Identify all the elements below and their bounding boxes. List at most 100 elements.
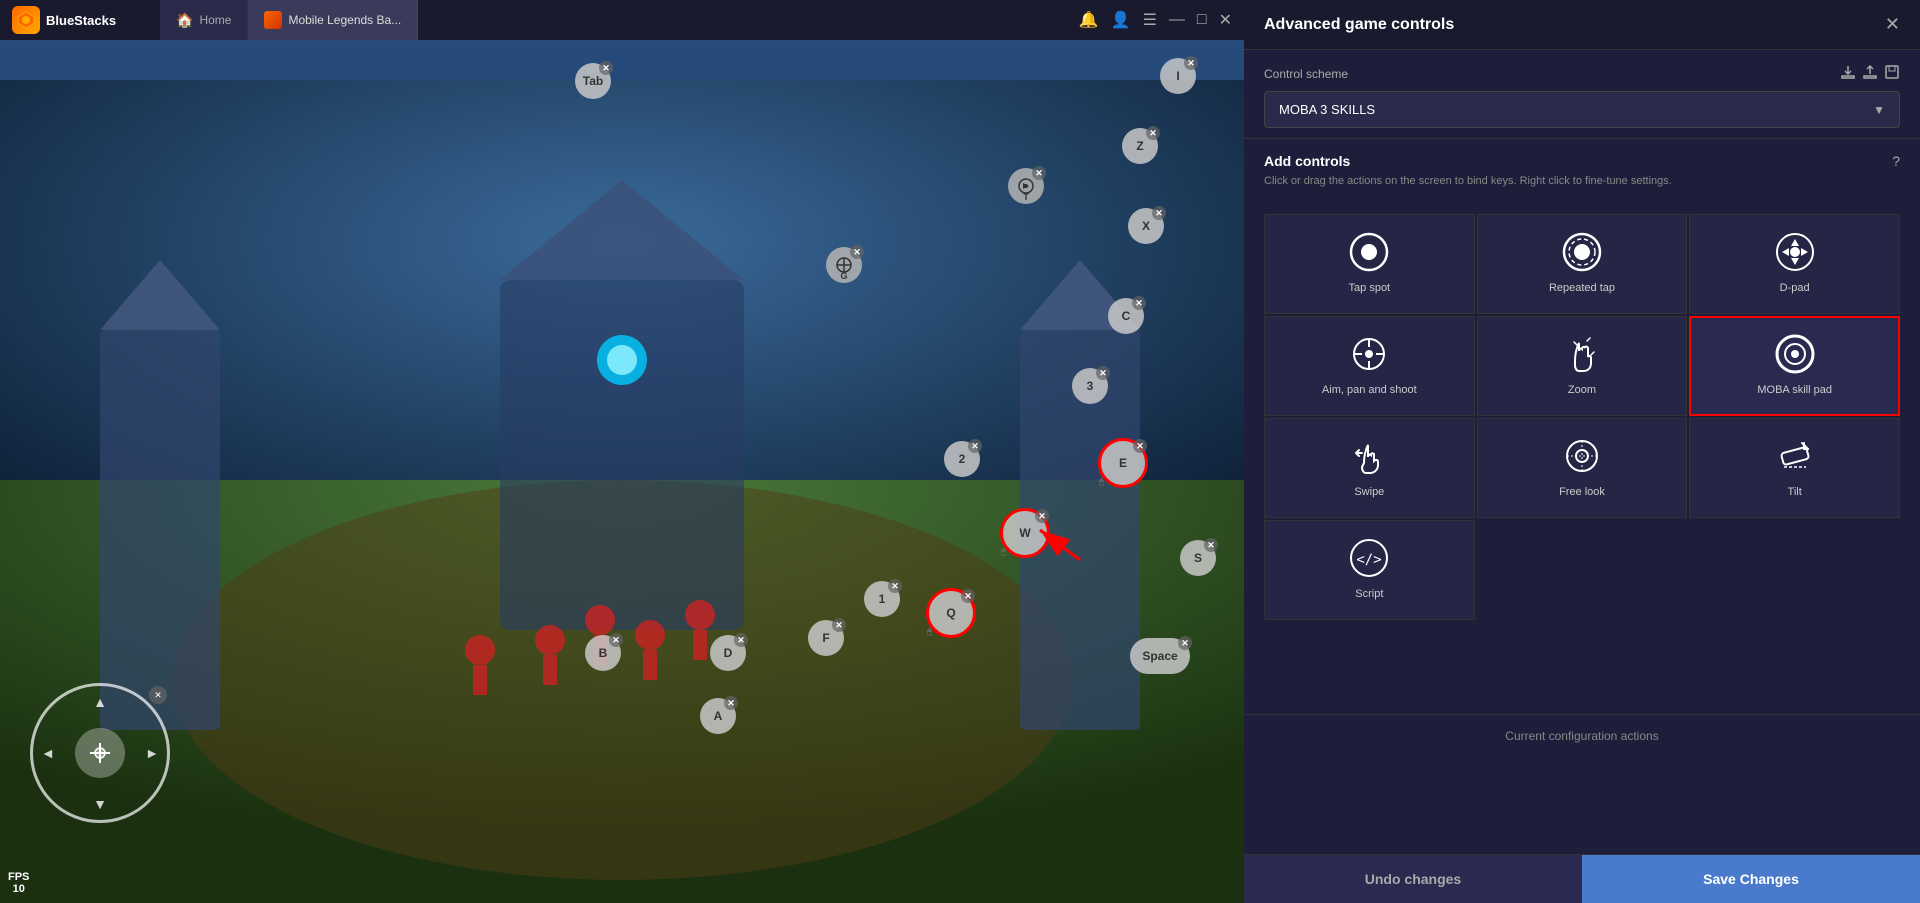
scheme-dropdown[interactable]: MOBA 3 SKILLS ▼ <box>1264 91 1900 128</box>
w-mouse-icon: 🖱 <box>1001 547 1006 557</box>
zoom-label: Zoom <box>1568 383 1596 397</box>
scheme-save-icon[interactable] <box>1884 64 1900 83</box>
close-icon[interactable]: ✕ <box>1219 10 1232 30</box>
key-e[interactable]: ✕ E 🖱 <box>1098 438 1148 488</box>
close-g-btn[interactable]: ✕ <box>850 245 864 259</box>
maximize-icon[interactable]: □ <box>1197 11 1207 29</box>
close-tab-btn[interactable]: ✕ <box>599 61 613 75</box>
control-zoom[interactable]: Zoom <box>1477 316 1688 416</box>
scheme-export-icon[interactable] <box>1862 64 1878 83</box>
close-x-btn[interactable]: ✕ <box>1152 206 1166 220</box>
window-controls: 🔔 👤 ☰ — □ ✕ <box>1079 10 1244 30</box>
close-1-btn[interactable]: ✕ <box>888 579 902 593</box>
dpad-outer-ring: ✕ ▲ ▼ ◄ ► <box>30 683 170 823</box>
control-swipe[interactable]: Swipe <box>1264 418 1475 518</box>
menu-icon[interactable]: ☰ <box>1143 10 1157 30</box>
dpad-center <box>75 728 125 778</box>
control-aim-pan-shoot[interactable]: Aim, pan and shoot <box>1264 316 1475 416</box>
close-c-btn[interactable]: ✕ <box>1132 296 1146 310</box>
moba-icon <box>1774 333 1816 375</box>
s-key-label: S <box>1194 551 1202 565</box>
minimize-icon[interactable]: — <box>1169 11 1185 29</box>
key-1[interactable]: ✕ 1 <box>864 581 900 617</box>
notification-icon[interactable]: 🔔 <box>1079 10 1099 30</box>
free-look-icon <box>1561 435 1603 477</box>
title-bar: BlueStacks 🏠 Home Mobile Legends Ba... 🔔… <box>0 0 1244 40</box>
key-g[interactable]: ✕ G <box>826 247 862 283</box>
account-icon[interactable]: 👤 <box>1111 10 1131 30</box>
help-icon[interactable]: ? <box>1892 153 1900 169</box>
key-space[interactable]: ✕ Space <box>1130 638 1190 674</box>
close-s-btn[interactable]: ✕ <box>1204 538 1218 552</box>
space-key-label: Space <box>1142 649 1177 663</box>
key-w[interactable]: ✕ W 🖱 <box>1000 508 1050 558</box>
control-repeated-tap[interactable]: Repeated tap <box>1477 214 1688 314</box>
control-dpad[interactable]: D-pad <box>1689 214 1900 314</box>
close-t-btn[interactable]: ✕ <box>1032 166 1046 180</box>
x-key-label: X <box>1142 219 1150 233</box>
key-i[interactable]: ✕ I <box>1160 58 1196 94</box>
key-f[interactable]: ✕ F <box>808 620 844 656</box>
add-controls-title: Add controls <box>1264 153 1350 169</box>
tilt-icon <box>1774 435 1816 477</box>
tab-game-label: Mobile Legends Ba... <box>288 13 401 27</box>
key-d[interactable]: ✕ D <box>710 635 746 671</box>
key-a[interactable]: ✕ A <box>700 698 736 734</box>
key-tab[interactable]: ✕ Tab <box>575 63 611 99</box>
close-w-btn[interactable]: ✕ <box>1035 509 1049 523</box>
close-f-btn[interactable]: ✕ <box>832 618 846 632</box>
f-key-label: F <box>822 631 829 645</box>
close-i-btn[interactable]: ✕ <box>1184 56 1198 70</box>
key-c[interactable]: ✕ C <box>1108 298 1144 334</box>
key-q[interactable]: ✕ Q 🖱 <box>926 588 976 638</box>
key-b[interactable]: ✕ B <box>585 635 621 671</box>
scheme-action-icons <box>1840 64 1900 83</box>
close-2-btn[interactable]: ✕ <box>968 439 982 453</box>
zoom-icon <box>1561 333 1603 375</box>
q-key-label: Q <box>946 606 955 620</box>
game-scene <box>0 40 1244 903</box>
key-x[interactable]: ✕ X <box>1128 208 1164 244</box>
moba-skill-pad-label: MOBA skill pad <box>1757 383 1832 397</box>
key-s[interactable]: ✕ S <box>1180 540 1216 576</box>
b-key-label: B <box>599 646 608 660</box>
scheme-import-icon[interactable] <box>1840 64 1856 83</box>
dpad-joystick[interactable]: ✕ ▲ ▼ ◄ ► <box>30 683 170 823</box>
app-logo: BlueStacks <box>0 6 160 34</box>
close-z-btn[interactable]: ✕ <box>1146 126 1160 140</box>
tab-home[interactable]: 🏠 Home <box>160 0 248 40</box>
close-b-btn[interactable]: ✕ <box>609 633 623 647</box>
current-config-title: Current configuration actions <box>1264 729 1900 743</box>
control-script[interactable]: </> Script <box>1264 520 1475 620</box>
control-tilt[interactable]: Tilt <box>1689 418 1900 518</box>
close-3-btn[interactable]: ✕ <box>1096 366 1110 380</box>
home-icon: 🏠 <box>176 12 193 29</box>
key-z[interactable]: ✕ Z <box>1122 128 1158 164</box>
close-e-btn[interactable]: ✕ <box>1133 439 1147 453</box>
control-free-look[interactable]: Free look <box>1477 418 1688 518</box>
c-key-label: C <box>1122 309 1131 323</box>
dpad-icon <box>1774 231 1816 273</box>
control-tap-spot[interactable]: Tap spot <box>1264 214 1475 314</box>
d-key-label: D <box>724 646 733 660</box>
close-d-btn[interactable]: ✕ <box>734 633 748 647</box>
panel-close-button[interactable]: ✕ <box>1885 14 1900 35</box>
close-space-btn[interactable]: ✕ <box>1178 636 1192 650</box>
tab-game[interactable]: Mobile Legends Ba... <box>248 0 418 40</box>
add-controls-section: Add controls ? Click or drag the actions… <box>1244 138 1920 214</box>
key-t[interactable]: ✕ T <box>1008 168 1044 204</box>
control-moba-skill-pad[interactable]: MOBA skill pad <box>1689 316 1900 416</box>
undo-changes-button[interactable]: Undo changes <box>1244 855 1582 903</box>
close-q-btn[interactable]: ✕ <box>961 589 975 603</box>
dpad-close[interactable]: ✕ <box>149 686 167 704</box>
save-changes-button[interactable]: Save Changes <box>1582 855 1920 903</box>
z-key-label: Z <box>1136 139 1143 153</box>
close-a-btn[interactable]: ✕ <box>724 696 738 710</box>
e-key-label: E <box>1119 456 1127 470</box>
scheme-value: MOBA 3 SKILLS <box>1279 102 1375 117</box>
script-label: Script <box>1355 587 1383 601</box>
tap-spot-icon <box>1348 231 1390 273</box>
key-2[interactable]: ✕ 2 <box>944 441 980 477</box>
w-key-label: W <box>1019 526 1030 540</box>
key-3[interactable]: ✕ 3 <box>1072 368 1108 404</box>
